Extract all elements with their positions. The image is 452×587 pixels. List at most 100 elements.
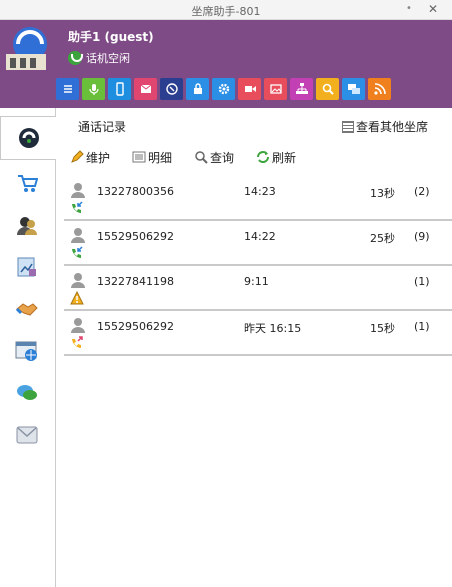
pencil-icon xyxy=(71,150,84,163)
contact-avatar-icon xyxy=(71,273,85,288)
call-record-row[interactable]: 15529506292 14:22 25秒 (9) xyxy=(64,221,452,266)
view-other-agents-label: 查看其他坐席 xyxy=(356,120,429,134)
call-count: (9) xyxy=(414,230,430,243)
phone-icon xyxy=(165,83,178,95)
rss-app-button[interactable] xyxy=(368,78,391,100)
sidebar-item-call-records[interactable] xyxy=(0,116,57,160)
outgoing-call-icon xyxy=(72,336,83,348)
logo xyxy=(6,27,47,70)
list-icon xyxy=(63,85,72,93)
sidebar xyxy=(0,108,57,587)
microphone-app-button[interactable] xyxy=(82,78,105,100)
header-banner: 助手1 (guest) 话机空闲 xyxy=(0,20,452,108)
section-title: 通话记录 xyxy=(78,120,127,134)
mobile-app-button[interactable] xyxy=(108,78,131,100)
view-other-agents-button[interactable]: 查看其他坐席 ▼ xyxy=(342,118,428,135)
gear-icon xyxy=(218,83,229,95)
records-toolbar: 维护 明细 查询 刷新 xyxy=(70,146,318,168)
contact-avatar-icon xyxy=(71,183,85,198)
rss-icon xyxy=(373,83,386,95)
caller-number: 15529506292 xyxy=(97,230,174,243)
sidebar-item-mail[interactable] xyxy=(10,418,44,452)
refresh-icon xyxy=(257,151,270,163)
search-app-button[interactable] xyxy=(316,78,339,100)
contacts-icon xyxy=(17,217,37,235)
video-icon xyxy=(244,86,256,92)
caller-number: 13227841198 xyxy=(97,275,174,288)
mail-icon xyxy=(140,84,151,93)
list-icon xyxy=(342,121,354,133)
lock-icon xyxy=(193,83,202,94)
query-label: 查询 xyxy=(210,150,235,165)
incoming-call-icon xyxy=(72,201,83,213)
call-count: (1) xyxy=(414,275,430,288)
search-icon xyxy=(195,151,208,164)
call-record-row[interactable]: 13227841198 9:11 (1) xyxy=(64,266,452,311)
cart-icon xyxy=(18,175,38,192)
title-bar: 坐席助手-801 • ✕ xyxy=(0,0,452,20)
call-records-panel: 通话记录 查看其他坐席 ▼ 维护 明细 查询 xyxy=(56,108,452,587)
org-chart-app-button[interactable] xyxy=(290,78,313,100)
sidebar-item-handshake[interactable] xyxy=(10,292,44,326)
refresh-button[interactable]: 刷新 xyxy=(256,146,296,168)
window-title: 坐席助手-801 xyxy=(191,5,261,18)
phone-status-icon xyxy=(68,51,83,65)
mail-icon xyxy=(16,426,38,444)
org-chart-icon xyxy=(295,83,308,94)
app-toolbar xyxy=(56,78,391,100)
phone-app-button[interactable] xyxy=(160,78,183,100)
call-record-row[interactable]: 13227800356 14:23 13秒 (2) xyxy=(64,176,452,221)
chat-app-button[interactable] xyxy=(342,78,365,100)
minimize-button[interactable]: • xyxy=(402,2,416,16)
picture-app-button[interactable] xyxy=(264,78,287,100)
search-icon xyxy=(322,83,334,95)
maintain-button[interactable]: 维护 xyxy=(70,146,110,168)
phone-status-label: 话机空闲 xyxy=(86,52,130,65)
sidebar-item-reports[interactable] xyxy=(10,250,44,284)
call-record-list: 13227800356 14:23 13秒 (2) 15529506292 14… xyxy=(64,176,452,356)
lock-app-button[interactable] xyxy=(186,78,209,100)
reports-icon xyxy=(17,257,36,277)
call-duration: 15秒 xyxy=(370,322,395,335)
handshake-icon xyxy=(15,303,38,316)
sidebar-item-browser[interactable] xyxy=(10,334,44,368)
incoming-call-icon xyxy=(72,246,83,258)
call-record-row[interactable]: 15529506292 昨天 16:15 15秒 (1) xyxy=(64,311,452,356)
call-count: (2) xyxy=(414,185,430,198)
messages-icon xyxy=(17,385,37,400)
close-button[interactable]: ✕ xyxy=(424,2,442,17)
call-time: 14:23 xyxy=(244,185,276,198)
browser-icon xyxy=(15,341,37,361)
sidebar-item-contacts[interactable] xyxy=(10,208,44,242)
chat-icon xyxy=(347,84,360,94)
agent-name: 助手1 (guest) xyxy=(68,30,154,44)
list-app-button[interactable] xyxy=(56,78,79,100)
query-button[interactable]: 查询 xyxy=(194,146,234,168)
gear-app-button[interactable] xyxy=(212,78,235,100)
refresh-label: 刷新 xyxy=(272,150,297,165)
video-app-button[interactable] xyxy=(238,78,261,100)
call-time: 昨天 16:15 xyxy=(244,322,302,335)
call-records-icon xyxy=(19,128,39,148)
details-label: 明细 xyxy=(148,150,173,165)
missed-call-icon xyxy=(70,291,84,305)
contact-avatar-icon xyxy=(71,228,85,243)
mobile-icon xyxy=(115,82,124,96)
sidebar-item-cart[interactable] xyxy=(10,166,44,200)
details-icon xyxy=(132,151,146,163)
maintain-label: 维护 xyxy=(86,150,111,165)
sidebar-item-messages[interactable] xyxy=(10,376,44,410)
contact-avatar-icon xyxy=(71,318,85,333)
caller-number: 15529506292 xyxy=(97,320,174,333)
call-duration: 13秒 xyxy=(370,187,395,200)
call-count: (1) xyxy=(414,320,430,333)
call-time: 9:11 xyxy=(244,275,269,288)
mail-app-button[interactable] xyxy=(134,78,157,100)
call-time: 14:22 xyxy=(244,230,276,243)
details-button[interactable]: 明细 xyxy=(132,146,172,168)
phone-status: 话机空闲 xyxy=(68,50,130,66)
caller-number: 13227800356 xyxy=(97,185,174,198)
microphone-icon xyxy=(88,84,99,95)
picture-icon xyxy=(269,84,282,94)
call-duration: 25秒 xyxy=(370,232,395,245)
